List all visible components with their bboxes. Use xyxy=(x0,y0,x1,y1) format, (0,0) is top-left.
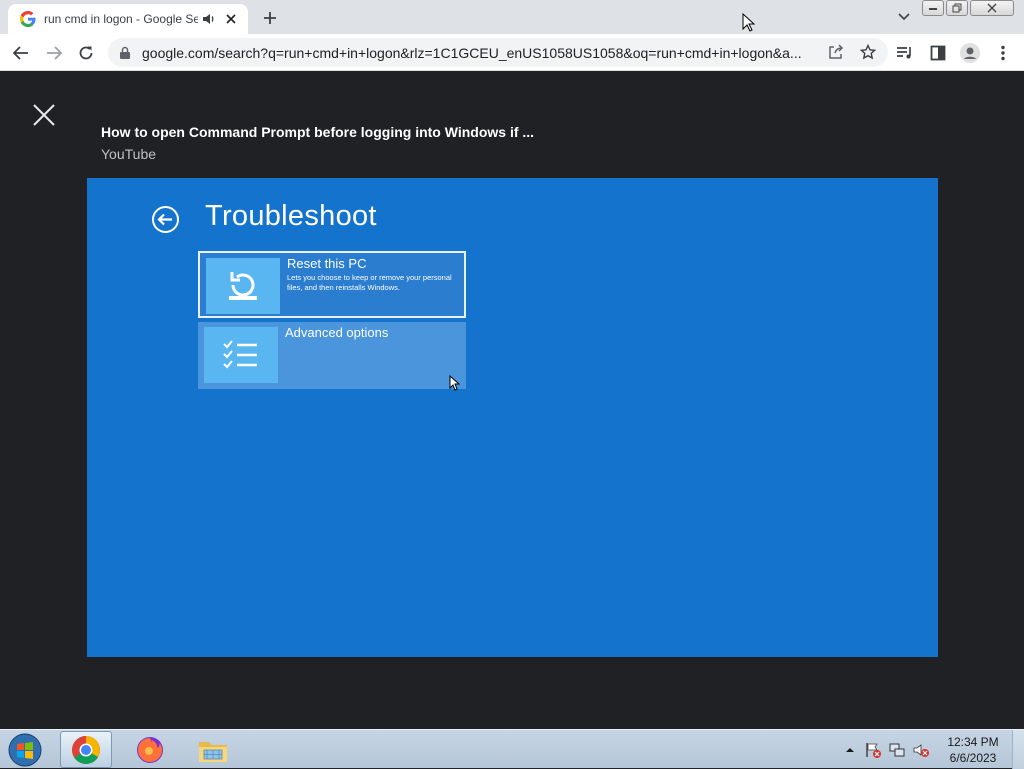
more-vertical-icon xyxy=(1001,45,1005,61)
cursor-icon xyxy=(449,375,460,391)
checklist-icon xyxy=(204,327,278,383)
reload-icon xyxy=(79,46,93,60)
side-panel-button[interactable] xyxy=(926,41,950,65)
back-button[interactable] xyxy=(8,40,34,66)
volume-muted-icon[interactable] xyxy=(912,741,930,759)
reset-this-pc-tile: Reset this PC Lets you choose to keep or… xyxy=(198,251,466,318)
speaker-icon[interactable] xyxy=(202,12,216,26)
window-close-button[interactable] xyxy=(970,0,1014,16)
menu-button[interactable] xyxy=(991,41,1015,65)
plus-icon xyxy=(264,12,276,24)
tab-close-button[interactable] xyxy=(222,10,240,28)
forward-button[interactable] xyxy=(41,40,67,66)
video-title[interactable]: How to open Command Prompt before loggin… xyxy=(101,124,534,140)
advanced-options-tile: Advanced options xyxy=(198,322,466,389)
mouse-cursor-icon xyxy=(742,13,756,32)
back-arrow-circle-icon xyxy=(152,206,179,233)
url-text[interactable]: google.com/search?q=run+cmd+in+logon&rlz… xyxy=(142,45,814,61)
profile-button[interactable] xyxy=(958,41,982,65)
windows-logo-icon xyxy=(8,733,42,767)
tile-description: Lets you choose to keep or remove your p… xyxy=(287,273,452,292)
clock-time: 12:34 PM xyxy=(947,735,999,749)
tab-strip: run cmd in logon - Google Search xyxy=(0,0,1024,34)
troubleshoot-heading: Troubleshoot xyxy=(205,200,377,232)
reset-pc-icon xyxy=(206,258,280,314)
tab-title: run cmd in logon - Google Search xyxy=(44,12,198,26)
lock-icon[interactable] xyxy=(118,46,132,60)
share-icon[interactable] xyxy=(828,44,844,60)
taskbar-file-explorer[interactable] xyxy=(187,731,239,768)
media-controls-button[interactable] xyxy=(893,41,917,65)
clock-date: 6/6/2023 xyxy=(949,751,997,765)
reload-button[interactable] xyxy=(73,40,99,66)
browser-tab[interactable]: run cmd in logon - Google Search xyxy=(8,4,248,34)
tab-search-button[interactable] xyxy=(893,7,915,27)
minimize-icon xyxy=(929,8,937,10)
taskbar: 12:34 PM 6/6/2023 xyxy=(0,729,1024,769)
side-panel-icon xyxy=(930,45,946,61)
video-player[interactable]: Troubleshoot Reset this PC Lets you choo… xyxy=(87,178,938,657)
tile-title: Advanced options xyxy=(285,325,389,340)
star-icon[interactable] xyxy=(860,44,876,60)
new-tab-button[interactable] xyxy=(258,6,282,30)
taskbar-chrome[interactable] xyxy=(60,731,112,768)
start-button[interactable] xyxy=(6,732,44,768)
firefox-icon xyxy=(137,736,163,763)
window-controls xyxy=(922,0,1014,16)
close-icon xyxy=(987,3,997,13)
arrow-right-icon xyxy=(47,46,62,60)
network-icon[interactable] xyxy=(888,741,906,759)
show-hidden-icons-icon[interactable] xyxy=(842,742,858,758)
google-g-icon xyxy=(20,11,36,27)
restore-button[interactable] xyxy=(946,0,968,16)
restore-icon xyxy=(952,3,962,13)
video-viewer-overlay: How to open Command Prompt before loggin… xyxy=(0,71,1024,729)
file-explorer-icon xyxy=(199,741,227,762)
taskbar-clock[interactable]: 12:34 PM 6/6/2023 xyxy=(940,734,1006,766)
close-icon xyxy=(226,14,236,24)
avatar-icon xyxy=(960,43,980,63)
show-desktop-button[interactable] xyxy=(1012,730,1024,769)
tile-title: Reset this PC xyxy=(287,256,367,271)
arrow-left-icon xyxy=(13,46,28,60)
browser-toolbar: google.com/search?q=run+cmd+in+logon&rlz… xyxy=(0,34,1024,71)
media-queue-icon xyxy=(897,47,911,59)
taskbar-firefox[interactable] xyxy=(124,731,176,768)
action-center-flag-icon[interactable] xyxy=(864,741,882,759)
chevron-down-icon xyxy=(898,13,910,21)
chrome-icon xyxy=(72,735,100,764)
system-tray xyxy=(842,730,930,769)
viewer-close-button[interactable] xyxy=(28,99,60,131)
minimize-button[interactable] xyxy=(922,0,944,16)
close-icon xyxy=(33,104,55,126)
video-source[interactable]: YouTube xyxy=(101,146,156,162)
address-bar[interactable]: google.com/search?q=run+cmd+in+logon&rlz… xyxy=(108,38,888,67)
